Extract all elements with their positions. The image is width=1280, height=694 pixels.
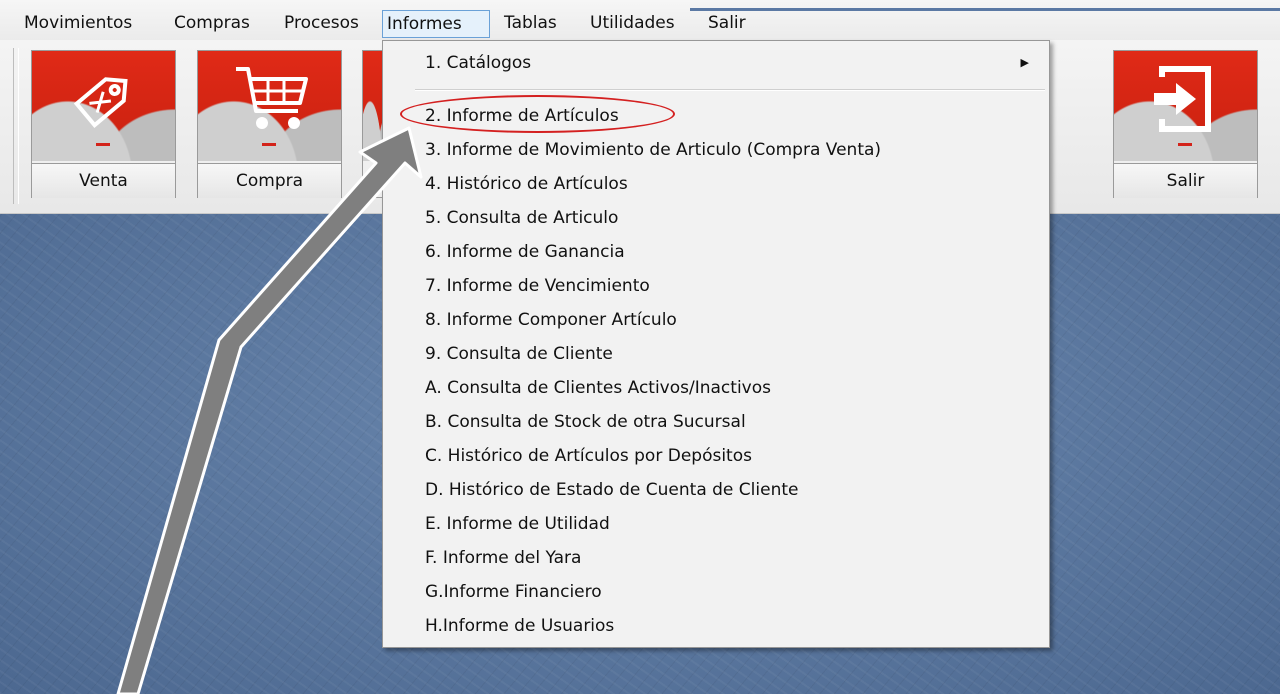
compra-button[interactable]: Compra: [197, 50, 342, 198]
toolbar-grip: [13, 48, 19, 204]
menu-item-consulta-cliente[interactable]: 9. Consulta de Cliente: [383, 339, 1049, 369]
salir-thumbnail: [1114, 51, 1257, 161]
salir-label: Salir: [1114, 163, 1257, 198]
informes-dropdown-menu: 1. Catálogos ▶ 2. Informe de Artículos 3…: [382, 40, 1050, 648]
menu-item-informe-yara[interactable]: F. Informe del Yara: [383, 543, 1049, 573]
menu-procesos[interactable]: Procesos: [280, 10, 363, 38]
menu-item-informe-ganancia[interactable]: 6. Informe de Ganancia: [383, 237, 1049, 267]
venta-button[interactable]: Venta: [31, 50, 176, 198]
menu-item-historico-depositos[interactable]: C. Histórico de Artículos por Depósitos: [383, 441, 1049, 471]
salir-dash: [1178, 143, 1192, 146]
menu-compras[interactable]: Compras: [170, 10, 254, 38]
menu-item-historico-articulos[interactable]: 4. Histórico de Artículos: [383, 169, 1049, 199]
menu-item-informe-usuarios[interactable]: H.Informe de Usuarios: [383, 611, 1049, 641]
menu-item-consulta-articulo[interactable]: 5. Consulta de Articulo: [383, 203, 1049, 233]
menu-utilidades[interactable]: Utilidades: [586, 10, 679, 38]
menu-item-informe-vencimiento[interactable]: 7. Informe de Vencimiento: [383, 271, 1049, 301]
menu-informes[interactable]: Informes: [382, 10, 490, 38]
menu-separator: [415, 89, 1045, 91]
venta-dash: [96, 143, 110, 146]
menu-item-movimiento-articulo[interactable]: 3. Informe de Movimiento de Articulo (Co…: [383, 135, 1049, 165]
menu-item-informe-articulos[interactable]: 2. Informe de Artículos: [383, 101, 1049, 131]
menu-bar: Movimientos Compras Procesos Informes Ta…: [0, 0, 1280, 41]
menu-item-catalogos[interactable]: 1. Catálogos ▶: [383, 48, 1049, 78]
menu-tablas[interactable]: Tablas: [500, 10, 561, 38]
menu-item-clientes-activos[interactable]: A. Consulta de Clientes Activos/Inactivo…: [383, 373, 1049, 403]
menu-movimientos[interactable]: Movimientos: [20, 10, 136, 38]
menu-item-label: 1. Catálogos: [425, 53, 532, 73]
menu-item-informe-utilidad[interactable]: E. Informe de Utilidad: [383, 509, 1049, 539]
menu-item-informe-financiero[interactable]: G.Informe Financiero: [383, 577, 1049, 607]
title-accent-line: [690, 8, 1280, 11]
venta-thumbnail: [32, 51, 175, 161]
salir-button[interactable]: Salir: [1113, 50, 1258, 198]
menu-item-estado-cuenta[interactable]: D. Histórico de Estado de Cuenta de Clie…: [383, 475, 1049, 505]
compra-dash: [262, 143, 276, 146]
submenu-arrow-icon: ▶: [1020, 56, 1029, 69]
menu-salir[interactable]: Salir: [704, 10, 750, 38]
venta-label: Venta: [32, 163, 175, 198]
menu-item-stock-sucursal[interactable]: B. Consulta de Stock de otra Sucursal: [383, 407, 1049, 437]
compra-thumbnail: [198, 51, 341, 161]
menu-item-componer-articulo[interactable]: 8. Informe Componer Artículo: [383, 305, 1049, 335]
application-window: Movimientos Compras Procesos Informes Ta…: [0, 0, 1280, 694]
compra-label: Compra: [198, 163, 341, 198]
